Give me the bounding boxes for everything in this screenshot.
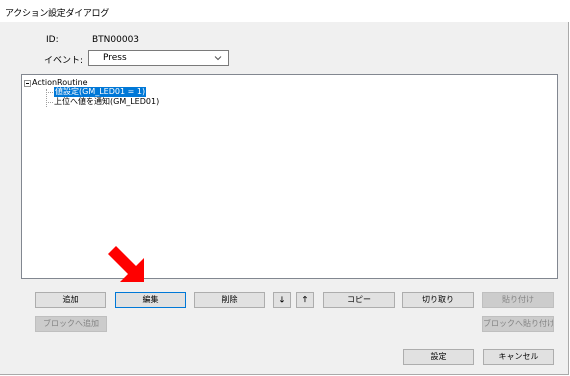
ok-button[interactable]: 設定	[403, 349, 474, 365]
arrow-down-icon: 🡓	[279, 295, 285, 304]
add-button[interactable]: 追加	[35, 292, 106, 308]
id-value: BTN00003	[92, 35, 140, 45]
add-to-block-button[interactable]: ブロックへ追加	[35, 316, 107, 332]
move-down-button[interactable]: 🡓	[273, 292, 291, 308]
tree-item-notify-upper[interactable]: 上位へ値を通知(GM_LED01)	[54, 97, 159, 107]
delete-button[interactable]: 削除	[194, 292, 265, 308]
event-select[interactable]: Press	[88, 50, 229, 66]
cancel-button[interactable]: キャンセル	[483, 349, 554, 365]
tree-item-set-value[interactable]: 値設定(GM_LED01 = 1)	[54, 87, 147, 97]
action-settings-dialog: アクション設定ダイアログ ID: BTN00003 イベント: Press Ac…	[0, 0, 569, 375]
chevron-down-icon	[214, 56, 222, 61]
paste-to-block-button[interactable]: ブロックへ貼り付け	[482, 316, 554, 332]
title-bar: アクション設定ダイアログ	[0, 0, 569, 22]
cut-button[interactable]: 切り取り	[402, 292, 474, 308]
minus-box-icon[interactable]	[24, 80, 31, 87]
paste-button[interactable]: 貼り付け	[482, 292, 554, 308]
window-title: アクション設定ダイアログ	[5, 9, 109, 19]
tree-connector	[46, 92, 53, 93]
edit-button[interactable]: 編集	[115, 292, 186, 308]
tree-root-action-routine[interactable]: ActionRoutine	[32, 78, 88, 87]
copy-button[interactable]: コピー	[323, 292, 395, 308]
event-label: イベント:	[44, 56, 84, 66]
move-up-button[interactable]: 🡑	[296, 292, 314, 308]
arrow-up-icon: 🡑	[302, 295, 308, 304]
red-arrow-icon	[108, 246, 144, 282]
id-label: ID:	[46, 35, 59, 45]
tree-connector	[46, 102, 53, 103]
event-select-value: Press	[103, 53, 127, 63]
